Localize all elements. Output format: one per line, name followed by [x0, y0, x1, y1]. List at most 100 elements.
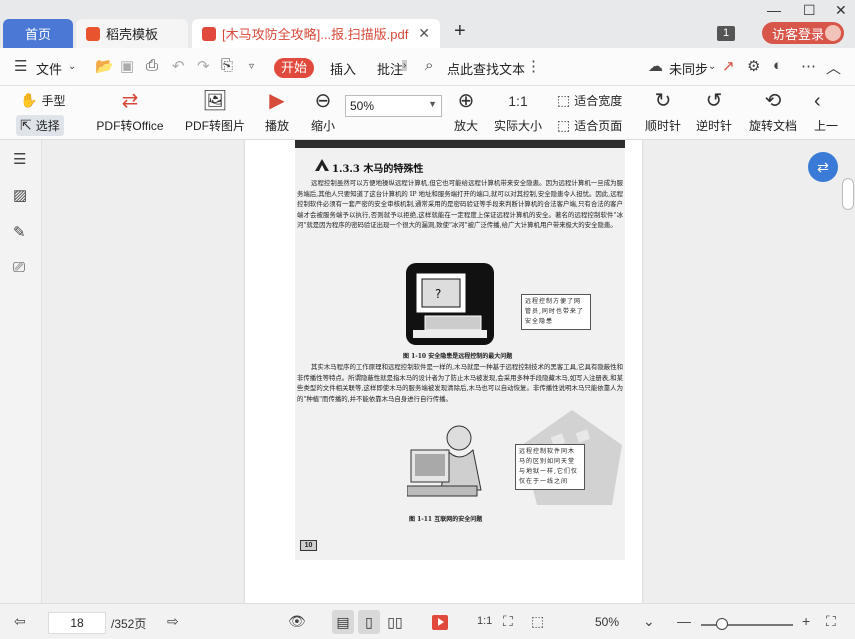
zoom-in-label: 放大	[453, 119, 478, 133]
single-page-view-button[interactable]: ▤	[332, 610, 354, 634]
rotate-clockwise-button[interactable]: ↻ 顺时针	[643, 90, 683, 134]
actual-size-button[interactable]: 1:1 实际大小	[490, 90, 546, 134]
tab-template[interactable]: 稻壳模板	[76, 19, 188, 48]
fit-width-button[interactable]: ⬚ 适合宽度	[557, 92, 622, 109]
next-page-icon[interactable]: ⇨	[167, 613, 179, 630]
settings-icon[interactable]: ⚙	[747, 57, 760, 75]
two-page-icon: ▯▯	[387, 614, 403, 630]
continuous-view-button[interactable]: ▯	[358, 610, 380, 634]
fit-page-button[interactable]: ⬚ 适合页面	[557, 117, 622, 134]
previous-label: 上一	[814, 119, 839, 133]
rotate-cw-icon: ↻	[654, 90, 672, 112]
more-vert-icon[interactable]: ⋮	[526, 57, 541, 75]
outline-icon[interactable]: ☰	[13, 150, 26, 168]
fullscreen-icon[interactable]: ⛶	[826, 613, 836, 630]
total-pages: /352页	[111, 617, 147, 631]
save-icon[interactable]: ▣	[120, 57, 134, 75]
avatar	[825, 25, 841, 41]
undo-icon[interactable]: ↶	[172, 57, 185, 75]
pdf-to-office-button[interactable]: ⇄ PDF转Office	[88, 90, 172, 134]
play-button[interactable]: ▶ 播放	[260, 90, 294, 134]
print-icon[interactable]: ⎙	[146, 57, 158, 74]
select-label: 选择	[35, 119, 60, 133]
zoom-slider-handle[interactable]	[716, 618, 728, 630]
page-number-input[interactable]: 18	[48, 612, 106, 634]
more-options-icon[interactable]: ⋯	[801, 57, 816, 75]
rotate-counterclockwise-button[interactable]: ↺ 逆时针	[694, 90, 734, 134]
signature-icon[interactable]: ⎚	[13, 259, 25, 276]
fit-page-label: 适合页面	[574, 119, 623, 133]
rotate-ccw-label: 逆时针	[695, 119, 732, 133]
zoom-in-status-icon[interactable]: +	[802, 613, 810, 629]
minimize-icon[interactable]: —	[767, 2, 781, 18]
login-button[interactable]: 访客登录	[762, 22, 844, 44]
zoom-out-button[interactable]: ⊖ 缩小	[306, 90, 340, 134]
tab-template-label: 稻壳模板	[106, 27, 159, 42]
hamburger-icon[interactable]: ☰	[14, 57, 27, 75]
window-count-badge[interactable]: 1	[717, 26, 735, 41]
zoom-in-button[interactable]: ⊕ 放大	[449, 90, 483, 134]
close-tab-icon[interactable]: ✕	[418, 25, 430, 42]
chevron-down-icon[interactable]: ⌄	[68, 61, 76, 72]
more-chevron-icon[interactable]: ▿	[249, 61, 254, 72]
eye-protection-icon[interactable]: 👁	[288, 613, 306, 630]
fit-width-icon: ⬚	[557, 92, 571, 108]
zoom-dropdown-icon[interactable]: ⌄	[643, 613, 655, 630]
new-tab-icon[interactable]: +	[454, 20, 466, 43]
zoom-percentage: 50%	[595, 615, 620, 629]
tab-home[interactable]: 首页	[3, 19, 73, 48]
pdf-to-image-button[interactable]: 🖼 PDF转图片	[182, 90, 248, 134]
rotate-document-button[interactable]: ⟲ 旋转文档	[746, 90, 800, 134]
sync-chevron-icon[interactable]: ⌄	[708, 61, 716, 72]
callout-2: 远程控制软件同木马的区别如同天堂与地狱一样,它们仅仅在于一线之间	[515, 444, 585, 490]
two-page-view-button[interactable]: ▯▯	[384, 610, 406, 634]
pdf-file-icon	[202, 26, 216, 41]
zoom-out-icon: ⊖	[314, 90, 332, 112]
tab-document[interactable]: [木马攻防全攻略]...报.扫描版.pdf ✕	[192, 19, 440, 48]
menu-insert[interactable]: 插入	[330, 59, 356, 78]
zoom-slider[interactable]	[701, 624, 793, 626]
rotate-ccw-icon: ↺	[705, 90, 723, 112]
play-slideshow-icon[interactable]	[432, 615, 448, 630]
actual-size-status-icon[interactable]: 1:1	[477, 615, 492, 627]
left-sidebar: ☰ ▨ ✎ ⎚	[0, 140, 42, 603]
close-window-icon[interactable]: ✕	[835, 2, 847, 19]
section-title: 1.3.3 木马的特殊性	[332, 164, 424, 175]
zoom-in-icon: ⊕	[457, 90, 475, 112]
previous-page-button[interactable]: ‹ 上一	[814, 90, 854, 134]
continuous-icon: ▯	[365, 614, 373, 630]
share-icon[interactable]: ↗	[722, 57, 735, 75]
pdf-to-image-icon: 🖼	[202, 90, 228, 112]
figure-caption-1: 图 1-10 安全隐患是远程控制的最大问题	[403, 353, 513, 360]
search-icon[interactable]: ⌕	[425, 57, 433, 74]
redo-icon[interactable]: ↷	[197, 57, 210, 75]
annotation-icon[interactable]: ✎	[13, 223, 26, 241]
menu-annotate[interactable]: 批注	[377, 59, 403, 78]
menu-scroll-right-icon[interactable]: ›	[402, 60, 408, 71]
fit-page-status-icon[interactable]: ⛶	[503, 613, 513, 630]
computer-figure-1: ?	[406, 263, 494, 345]
floating-convert-button[interactable]: ⇄	[808, 152, 838, 182]
select-tool-button[interactable]: ⇱ 选择	[16, 115, 64, 136]
vertical-scrollbar[interactable]	[842, 178, 854, 210]
search-text[interactable]: 点此查找文本	[447, 59, 525, 78]
zoom-out-label: 缩小	[310, 119, 335, 133]
cloud-sync-icon[interactable]: ☁	[648, 57, 663, 75]
document-viewer[interactable]: 1.3.3 木马的特殊性 远程控制虽然可以方便地操纵远程计算机,但它也可能给远程…	[42, 140, 855, 603]
collapse-ribbon-icon[interactable]: ︿	[826, 57, 841, 78]
sync-status[interactable]: 未同步	[669, 59, 708, 78]
export-icon[interactable]: ⎘	[221, 57, 233, 74]
hand-tool-button[interactable]: ✋ 手型	[20, 92, 65, 109]
menu-file[interactable]: 文件	[36, 59, 62, 78]
zoom-select[interactable]: 50% ▼	[345, 95, 442, 117]
fit-width-status-icon[interactable]: ⬚	[531, 613, 544, 630]
thumbnails-icon[interactable]: ▨	[13, 186, 27, 204]
prev-page-icon[interactable]: ⇦	[14, 613, 26, 630]
menu-start[interactable]: 开始	[274, 58, 314, 78]
skin-icon[interactable]: ◐	[773, 57, 782, 74]
docer-logo-icon	[86, 26, 100, 41]
hand-icon: ✋	[20, 92, 38, 108]
maximize-icon[interactable]: ☐	[803, 2, 816, 19]
zoom-out-status-icon[interactable]: —	[677, 613, 691, 629]
open-folder-icon[interactable]: 📂	[95, 57, 114, 75]
